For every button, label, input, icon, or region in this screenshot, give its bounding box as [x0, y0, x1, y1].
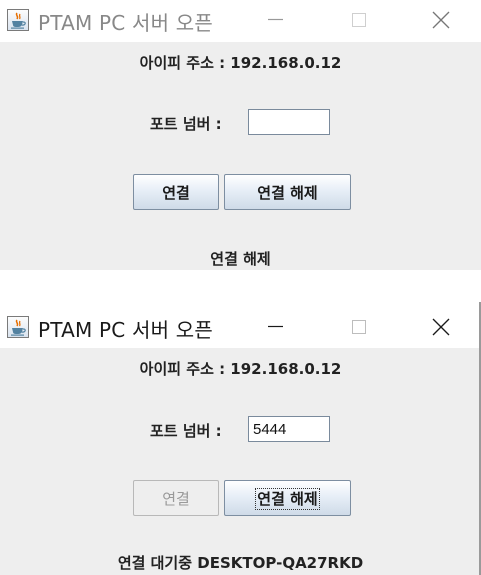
- server-window-waiting: PTAM PC 서버 오픈 아이피 주소 : 192.168.0.12 포트 넘…: [0, 302, 481, 575]
- java-coffee-cup-icon[interactable]: [7, 316, 29, 338]
- port-number-label: 포트 넘버 :: [150, 422, 222, 440]
- close-button[interactable]: [418, 307, 464, 347]
- minimize-icon: [268, 18, 283, 21]
- disconnect-button-label: 연결 해제: [257, 183, 318, 202]
- maximize-button[interactable]: [336, 0, 382, 40]
- close-button[interactable]: [418, 0, 464, 40]
- minimize-button[interactable]: [252, 0, 298, 40]
- minimize-icon: [268, 325, 283, 328]
- close-icon: [432, 318, 450, 336]
- window-content: 아이피 주소 : 192.168.0.12 포트 넘버 : 연결 연결 해제 연…: [0, 348, 479, 575]
- java-coffee-cup-icon[interactable]: [7, 9, 29, 31]
- status-label: 연결 해제: [210, 250, 271, 268]
- connect-button[interactable]: 연결: [133, 480, 219, 516]
- connect-button[interactable]: 연결: [133, 174, 219, 210]
- close-icon: [432, 11, 450, 29]
- port-row: 포트 넘버 :: [0, 109, 481, 137]
- port-number-label: 포트 넘버 :: [150, 115, 222, 133]
- maximize-button[interactable]: [336, 307, 382, 347]
- port-number-input[interactable]: [248, 416, 330, 442]
- window-title: PTAM PC 서버 오픈: [38, 11, 213, 35]
- ip-address-label: 아이피 주소 : 192.168.0.12: [139, 360, 342, 378]
- status-label: 연결 대기중 DESKTOP-QA27RKD: [117, 554, 364, 572]
- port-number-input[interactable]: [248, 109, 330, 135]
- disconnect-button[interactable]: 연결 해제: [224, 174, 351, 210]
- minimize-button[interactable]: [252, 307, 298, 347]
- disconnect-button-label: 연결 해제: [255, 487, 320, 510]
- ip-address-label: 아이피 주소 : 192.168.0.12: [139, 54, 342, 72]
- port-row: 포트 넘버 :: [0, 416, 481, 444]
- connect-button-label: 연결: [162, 489, 190, 508]
- server-window-disconnected: PTAM PC 서버 오픈 아이피 주소 : 192.168.0.12 포트 넘…: [0, 0, 481, 270]
- maximize-icon: [352, 320, 366, 334]
- title-bar[interactable]: PTAM PC 서버 오픈: [0, 302, 479, 348]
- window-title: PTAM PC 서버 오픈: [38, 318, 213, 342]
- window-content: 아이피 주소 : 192.168.0.12 포트 넘버 : 연결 연결 해제 연…: [0, 42, 481, 270]
- title-bar[interactable]: PTAM PC 서버 오픈: [0, 0, 481, 42]
- maximize-icon: [352, 13, 366, 27]
- disconnect-button[interactable]: 연결 해제: [224, 480, 351, 516]
- connect-button-label: 연결: [162, 183, 190, 202]
